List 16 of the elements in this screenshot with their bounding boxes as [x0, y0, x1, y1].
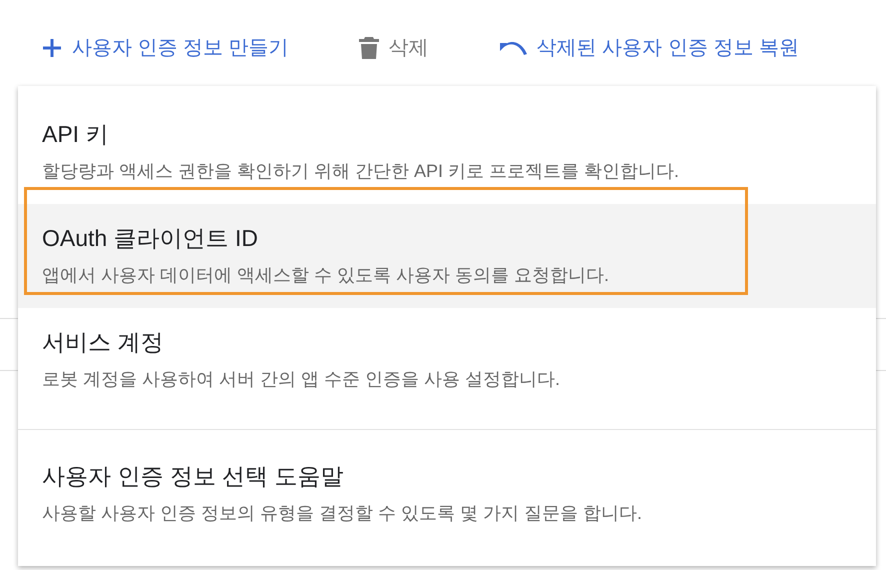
item-title: OAuth 클라이언트 ID [42, 224, 259, 253]
item-title: 서비스 계정 [42, 328, 164, 357]
menu-item[interactable]: 서비스 계정 로봇 계정을 사용하여 서버 간의 앱 수준 인증을 사용 설정합니다. [18, 308, 876, 412]
trash-icon [358, 36, 379, 60]
restore-button[interactable]: 삭제된 사용자 인증 정보 복원 [494, 30, 803, 65]
item-description: 로봇 계정을 사용하여 서버 간의 앱 수준 인증을 사용 설정합니다. [42, 368, 562, 391]
plus-icon [42, 38, 62, 58]
item-description: 앱에서 사용자 데이터에 액세스할 수 있도록 사용자 동의를 요청합니다. [42, 264, 610, 287]
menu-item[interactable]: OAuth 클라이언트 ID 앱에서 사용자 데이터에 액세스할 수 있도록 사용자 동의를 요청합니다. [18, 204, 876, 308]
item-description: 할당량과 액세스 권한을 확인하기 위해 간단한 API 키로 프로젝트를 확인합니다. [42, 160, 680, 183]
item-title: API 키 [42, 120, 110, 149]
menu-item[interactable]: 사용자 인증 정보 선택 도움말 사용할 사용자 인증 정보의 유형을 결정할 수 있도록 몇 가지 질문을 합니다. [18, 429, 876, 566]
create-button[interactable]: 사용자 인증 정보 만들기 [38, 30, 293, 65]
item-title: 사용자 인증 정보 선택 도움말 [42, 462, 345, 491]
item-description: 사용할 사용자 인증 정보의 유형을 결정할 수 있도록 몇 가지 질문을 합니다. [42, 502, 644, 525]
menu-item[interactable]: API 키 할당량과 액세스 권한을 확인하기 위해 간단한 API 키로 프로젝트를 확인합니다. [18, 100, 876, 204]
